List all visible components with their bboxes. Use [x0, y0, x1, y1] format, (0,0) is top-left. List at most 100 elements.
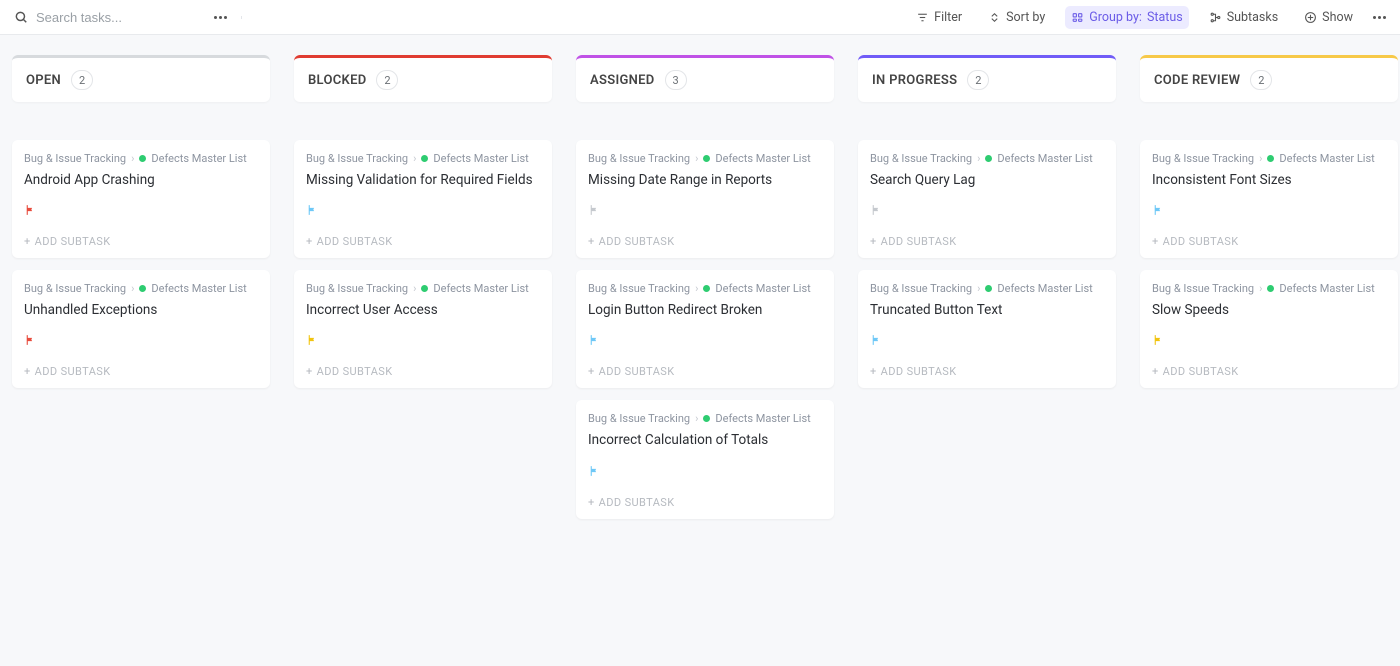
task-title: Incorrect User Access	[306, 301, 540, 319]
add-subtask-button[interactable]: +ADD SUBTASK	[24, 235, 258, 248]
task-card[interactable]: Bug & Issue Tracking › Defects Master Li…	[1140, 140, 1398, 258]
task-card[interactable]: Bug & Issue Tracking › Defects Master Li…	[294, 270, 552, 388]
task-card[interactable]: Bug & Issue Tracking › Defects Master Li…	[576, 140, 834, 258]
task-title: Slow Speeds	[1152, 301, 1386, 319]
sortby-button[interactable]: Sort by	[982, 6, 1051, 29]
add-subtask-button[interactable]: +ADD SUBTASK	[870, 235, 1104, 248]
subtasks-button[interactable]: Subtasks	[1203, 6, 1284, 29]
list-status-dot-icon	[985, 155, 992, 162]
more-options-icon[interactable]	[214, 16, 227, 19]
plus-icon: +	[588, 496, 595, 509]
add-subtask-button[interactable]: +ADD SUBTASK	[870, 365, 1104, 378]
task-title: Truncated Button Text	[870, 301, 1104, 319]
card-list: Bug & Issue Tracking › Defects Master Li…	[576, 140, 834, 519]
groupby-button[interactable]: Group by: Status	[1065, 6, 1188, 29]
add-subtask-button[interactable]: +ADD SUBTASK	[588, 235, 822, 248]
breadcrumb-project[interactable]: Bug & Issue Tracking	[306, 152, 408, 165]
chevron-right-icon: ›	[977, 152, 980, 165]
column-header[interactable]: BLOCKED 2	[294, 55, 552, 102]
card-list: Bug & Issue Tracking › Defects Master Li…	[12, 140, 270, 388]
sortby-label: Sort by	[1006, 10, 1045, 25]
breadcrumb-list[interactable]: Defects Master List	[433, 282, 528, 295]
breadcrumb-list[interactable]: Defects Master List	[997, 152, 1092, 165]
breadcrumb-project[interactable]: Bug & Issue Tracking	[588, 412, 690, 425]
task-card[interactable]: Bug & Issue Tracking › Defects Master Li…	[576, 270, 834, 388]
column-title: CODE REVIEW	[1154, 73, 1240, 88]
breadcrumb-list[interactable]: Defects Master List	[997, 282, 1092, 295]
add-subtask-label: ADD SUBTASK	[881, 365, 957, 378]
breadcrumb-project[interactable]: Bug & Issue Tracking	[24, 282, 126, 295]
show-button[interactable]: Show	[1298, 6, 1359, 29]
chevron-right-icon: ›	[131, 282, 134, 295]
breadcrumb-project[interactable]: Bug & Issue Tracking	[588, 152, 690, 165]
column-header[interactable]: IN PROGRESS 2	[858, 55, 1116, 102]
add-subtask-label: ADD SUBTASK	[599, 496, 675, 509]
breadcrumb-project[interactable]: Bug & Issue Tracking	[1152, 282, 1254, 295]
add-subtask-label: ADD SUBTASK	[35, 365, 111, 378]
task-title: Search Query Lag	[870, 171, 1104, 189]
plus-icon: +	[1152, 235, 1159, 248]
breadcrumb-project[interactable]: Bug & Issue Tracking	[1152, 152, 1254, 165]
task-card[interactable]: Bug & Issue Tracking › Defects Master Li…	[294, 140, 552, 258]
filter-label: Filter	[934, 10, 962, 25]
task-card[interactable]: Bug & Issue Tracking › Defects Master Li…	[1140, 270, 1398, 388]
chevron-right-icon: ›	[1259, 282, 1262, 295]
task-card[interactable]: Bug & Issue Tracking › Defects Master Li…	[576, 400, 834, 518]
breadcrumb-list[interactable]: Defects Master List	[715, 152, 810, 165]
card-list: Bug & Issue Tracking › Defects Master Li…	[294, 140, 552, 388]
breadcrumb: Bug & Issue Tracking › Defects Master Li…	[24, 282, 258, 295]
toolbar-overflow-icon[interactable]	[1373, 16, 1386, 19]
toolbar-more-wrap	[200, 16, 242, 19]
priority-flag-icon	[24, 203, 37, 217]
groupby-value: Status	[1147, 10, 1183, 25]
task-card[interactable]: Bug & Issue Tracking › Defects Master Li…	[12, 270, 270, 388]
breadcrumb-project[interactable]: Bug & Issue Tracking	[588, 282, 690, 295]
breadcrumb-list[interactable]: Defects Master List	[715, 282, 810, 295]
task-title: Incorrect Calculation of Totals	[588, 431, 822, 449]
add-subtask-button[interactable]: + ADD SUBTASK	[1152, 235, 1386, 248]
list-status-dot-icon	[1267, 285, 1274, 292]
column-header[interactable]: CODE REVIEW 2	[1140, 55, 1398, 102]
task-card[interactable]: Bug & Issue Tracking › Defects Master Li…	[12, 140, 270, 258]
breadcrumb: Bug & Issue Tracking › Defects Master Li…	[870, 282, 1104, 295]
search-wrap	[14, 10, 186, 25]
chevron-right-icon: ›	[695, 152, 698, 165]
add-subtask-button[interactable]: +ADD SUBTASK	[1152, 365, 1386, 378]
task-title: Login Button Redirect Broken	[588, 301, 822, 319]
column-title: BLOCKED	[308, 73, 366, 88]
breadcrumb: Bug & Issue Tracking › Defects Master Li…	[306, 282, 540, 295]
breadcrumb-list[interactable]: Defects Master List	[151, 282, 246, 295]
breadcrumb-project[interactable]: Bug & Issue Tracking	[24, 152, 126, 165]
show-label: Show	[1322, 10, 1353, 25]
add-subtask-button[interactable]: +ADD SUBTASK	[588, 365, 822, 378]
add-subtask-button[interactable]: +ADD SUBTASK	[306, 365, 540, 378]
column-header[interactable]: OPEN 2	[12, 55, 270, 102]
subtasks-icon	[1209, 11, 1222, 24]
filter-button[interactable]: Filter	[910, 6, 968, 29]
chevron-right-icon: ›	[413, 152, 416, 165]
breadcrumb: Bug & Issue Tracking › Defects Master Li…	[588, 282, 822, 295]
priority-flag-icon	[870, 203, 883, 217]
search-input[interactable]	[36, 10, 186, 25]
column-header[interactable]: ASSIGNED 3	[576, 55, 834, 102]
breadcrumb-project[interactable]: Bug & Issue Tracking	[870, 152, 972, 165]
column-blocked: BLOCKED 2 Bug & Issue Tracking › Defects…	[294, 55, 552, 519]
add-subtask-label: ADD SUBTASK	[1163, 235, 1239, 248]
breadcrumb-list[interactable]: Defects Master List	[1279, 152, 1374, 165]
card-list: Bug & Issue Tracking › Defects Master Li…	[858, 140, 1116, 388]
breadcrumb: Bug & Issue Tracking › Defects Master Li…	[588, 412, 822, 425]
breadcrumb-project[interactable]: Bug & Issue Tracking	[870, 282, 972, 295]
breadcrumb-list[interactable]: Defects Master List	[715, 412, 810, 425]
add-subtask-button[interactable]: +ADD SUBTASK	[24, 365, 258, 378]
breadcrumb-list[interactable]: Defects Master List	[151, 152, 246, 165]
breadcrumb-project[interactable]: Bug & Issue Tracking	[306, 282, 408, 295]
add-subtask-label: ADD SUBTASK	[317, 365, 393, 378]
chevron-right-icon: ›	[695, 412, 698, 425]
priority-flag-icon	[306, 203, 319, 217]
add-subtask-button[interactable]: +ADD SUBTASK	[306, 235, 540, 248]
add-subtask-button[interactable]: + ADD SUBTASK	[588, 496, 822, 509]
breadcrumb-list[interactable]: Defects Master List	[433, 152, 528, 165]
breadcrumb-list[interactable]: Defects Master List	[1279, 282, 1374, 295]
task-card[interactable]: Bug & Issue Tracking › Defects Master Li…	[858, 140, 1116, 258]
task-card[interactable]: Bug & Issue Tracking › Defects Master Li…	[858, 270, 1116, 388]
